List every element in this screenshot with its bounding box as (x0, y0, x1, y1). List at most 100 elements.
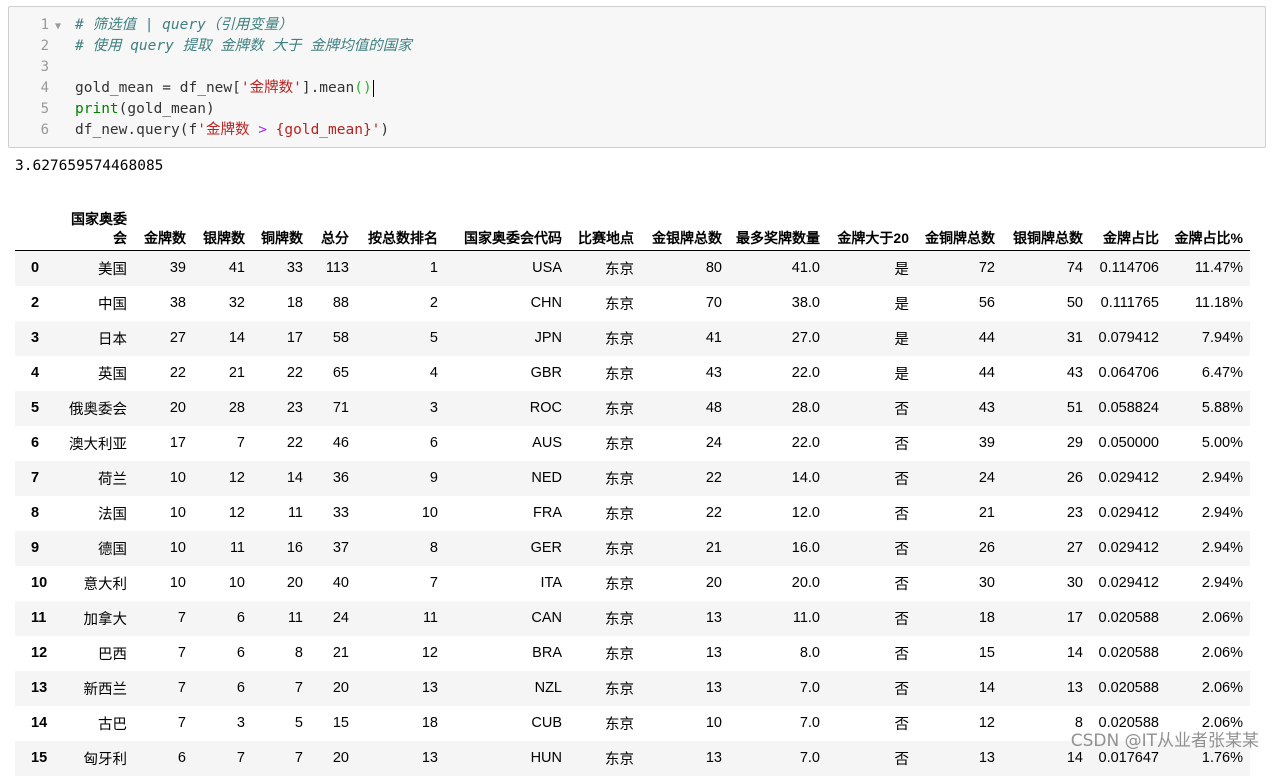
table-cell: 古巴 (98, 716, 127, 733)
table-cell: HUN (530, 750, 562, 766)
code-line-2[interactable]: 2 # 使用 query 提取 金牌数 大于 金牌均值的国家 (9, 36, 412, 57)
table-cell: 7.0 (799, 715, 820, 731)
table-row: 0 美国 39 41 33 113 1 USA 东京 80 41.0 是 72 74 0.114706 11.… (15, 250, 1250, 286)
table-cell: 13 (421, 680, 438, 696)
table-cell: ROC (529, 400, 562, 416)
table-cell: 74 (1066, 260, 1083, 277)
table-cell: 10 (705, 715, 722, 731)
code-line-5[interactable]: 5 print(gold_mean) (9, 99, 215, 120)
line-number: 6 (40, 122, 49, 138)
table-cell: 意大利 (83, 576, 128, 593)
table-cell: ITA (540, 575, 562, 591)
table-cell: 法国 (98, 506, 127, 523)
table-cell: 23 (286, 400, 303, 416)
table-cell: GBR (530, 365, 562, 381)
row-index: 14 (31, 715, 48, 731)
table-cell: 11.18% (1194, 295, 1243, 311)
table-cell: JPN (534, 330, 562, 346)
table-cell: 38 (169, 295, 186, 311)
table-cell: 22.0 (791, 435, 820, 451)
table-cell: CHN (530, 295, 562, 311)
table-cell: 7 (236, 750, 245, 766)
table-row: 10 意大利 10 10 20 40 7 ITA 东京 20 20.0 否 30 30 0.029412 2.… (15, 566, 1250, 601)
code-line-6[interactable]: 6 df_new.query(f'金牌数 > {gold_mean}') (9, 120, 390, 141)
table-row: 7 荷兰 10 12 14 36 9 NED 东京 22 14.0 否 24 26 0.029412 2.94… (15, 460, 1250, 496)
table-cell: 0.029412 (1098, 540, 1159, 556)
table-cell: 5.00% (1201, 435, 1243, 451)
table-cell: CUB (531, 715, 562, 731)
table-row: 5 俄奥委会 20 28 23 71 3 ROC 东京 48 28.0 否 43 51 0.058824 5.… (15, 390, 1250, 426)
table-row: 11 加拿大 7 6 11 24 11 CAN 东京 13 11.0 否 18 17 0.020588 2.0… (15, 600, 1250, 636)
table-cell: 2 (429, 295, 438, 311)
table-cell: 2.94% (1201, 470, 1243, 486)
code-line-4[interactable]: 4 gold_mean = df_new['金牌数'].mean() (9, 78, 374, 99)
watermark: CSDN @IT从业者张某某 (1070, 731, 1259, 751)
fold-arrow-icon[interactable]: ▼ (49, 16, 75, 37)
table-cell: 是 (894, 261, 910, 278)
table-cell: 18 (978, 610, 995, 626)
print-output: 3.627659574468085 (15, 158, 164, 174)
table-cell: 0.029412 (1098, 470, 1159, 486)
table-cell: 13 (705, 680, 722, 696)
code-text: df_new.query(f (75, 122, 198, 138)
code-line-3[interactable]: 3 (9, 57, 49, 78)
column-header: 铜牌数 (252, 198, 310, 251)
table-cell: 8.0 (799, 645, 820, 661)
table-cell: 26 (1066, 470, 1083, 486)
table-cell: 东京 (605, 331, 634, 348)
table-cell: 88 (332, 295, 349, 311)
table-cell: 30 (1066, 575, 1083, 591)
table-cell: 18 (421, 715, 438, 731)
code-text: ].mean (301, 80, 355, 96)
table-cell: 否 (894, 471, 910, 488)
table-cell: 71 (332, 400, 349, 416)
table-cell: 43 (705, 365, 722, 381)
table-cell: 30 (978, 575, 995, 591)
line-number: 5 (40, 101, 49, 117)
table-cell: 46 (332, 435, 349, 451)
table-cell: 东京 (605, 681, 634, 698)
table-cell: 东京 (605, 296, 634, 313)
table-cell: 6 (429, 435, 438, 451)
table-cell: 6 (177, 750, 186, 766)
table-cell: 31 (1066, 330, 1083, 346)
table-header-row: 国家奥委会 金牌数 银牌数 铜牌数 总分 按总数排名 国家奥委会代码 比赛地点 金银牌总数 最多奖… (15, 198, 1250, 251)
row-index: 10 (31, 575, 48, 591)
table-cell: 否 (894, 576, 910, 593)
table-cell: 4 (429, 365, 438, 381)
table-cell: 5.88% (1201, 400, 1243, 416)
table-cell: 7.0 (799, 750, 820, 766)
table-cell: 新西兰 (83, 681, 128, 698)
table-cell: 否 (894, 611, 910, 628)
table-row: 2 中国 38 32 18 88 2 CHN 东京 70 38.0 是 56 50 0.111765 11.1… (15, 286, 1250, 321)
table-cell: 3 (429, 400, 438, 416)
table-cell: 否 (894, 681, 910, 698)
code-comment: # 使用 query 提取 金牌数 大于 金牌均值的国家 (75, 38, 412, 54)
table-cell: 13 (978, 750, 995, 766)
table-cell: 43 (978, 400, 995, 416)
table-cell: 东京 (605, 401, 634, 418)
table-cell: CAN (531, 610, 562, 626)
column-header: 金牌大于20 (827, 198, 916, 251)
column-header: 最多奖牌数量 (729, 198, 827, 251)
table-cell: 澳大利亚 (69, 436, 127, 453)
table-row: 14 古巴 7 3 5 15 18 CUB 东京 10 7.0 否 12 8 0.020588 2.06% (15, 706, 1250, 741)
table-cell: 44 (978, 330, 995, 346)
code-cell-input[interactable]: 1 ▼ # 筛选值 | query（引用变量） 2 # 使用 query 提取 金牌数… (8, 6, 1266, 148)
row-index: 2 (31, 295, 40, 311)
table-cell: 10 (421, 505, 438, 521)
column-header: 国家奥委会 (60, 198, 134, 251)
table-cell: 0.064706 (1098, 365, 1159, 381)
table-cell: 2.94% (1201, 540, 1243, 556)
table-cell: 20.0 (791, 575, 820, 591)
code-line-1[interactable]: 1 ▼ # 筛选值 | query（引用变量） (9, 15, 293, 36)
code-text: gold_mean = df_new[ (75, 80, 241, 96)
table-cell: 21 (705, 540, 722, 556)
table-cell: 38.0 (791, 295, 820, 311)
table-cell: FRA (533, 505, 562, 521)
table-cell: 否 (894, 506, 910, 523)
table-cell: 26 (978, 540, 995, 556)
column-header: 比赛地点 (569, 198, 641, 251)
line-number: 2 (40, 38, 49, 54)
table-cell: 20 (332, 680, 349, 696)
